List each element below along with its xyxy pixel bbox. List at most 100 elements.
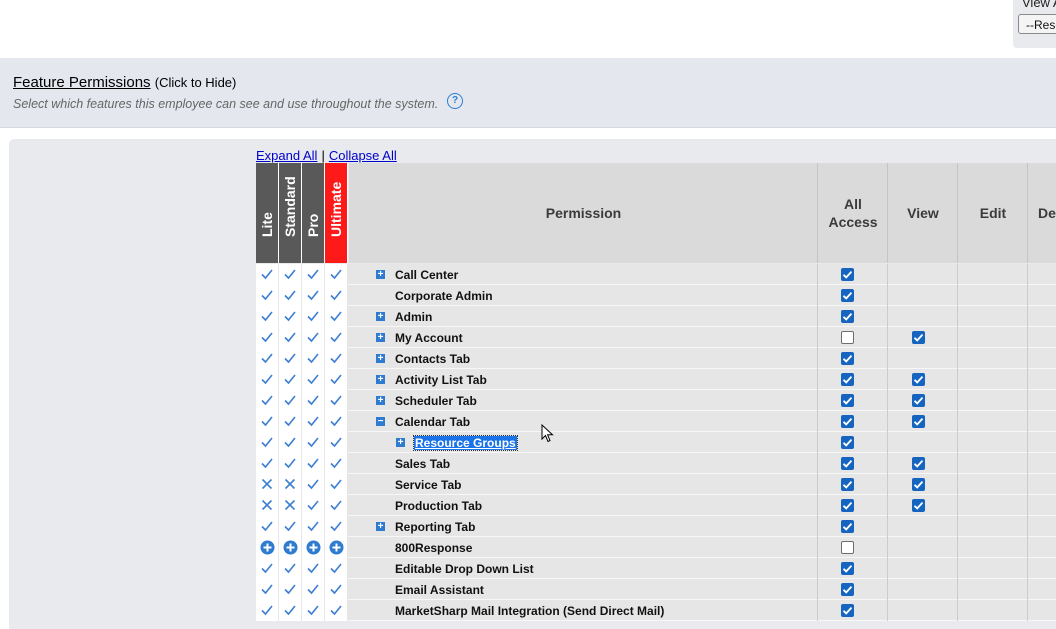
x-icon	[256, 477, 278, 491]
all-access-checkbox[interactable]	[841, 583, 854, 596]
tier-cell-ultimate[interactable]	[325, 537, 348, 558]
column-divider	[1027, 390, 1028, 411]
expand-all-link[interactable]: Expand All	[256, 148, 317, 163]
expand-plus-icon[interactable]: +	[376, 312, 385, 322]
collapse-all-link[interactable]: Collapse All	[329, 148, 397, 163]
tier-cell-ultimate	[325, 516, 348, 537]
permission-label[interactable]: Contacts Tab	[395, 352, 470, 366]
feature-permissions-title[interactable]: Feature Permissions	[13, 74, 151, 91]
column-divider	[887, 579, 888, 600]
view-checkbox[interactable]	[912, 478, 925, 491]
table-row: Email Assistant	[256, 579, 1056, 600]
check-icon	[256, 372, 278, 386]
column-divider	[817, 369, 818, 390]
tier-cell-lite	[256, 474, 279, 495]
section-subtitle: Select which features this employee can …	[13, 97, 439, 111]
all-access-checkbox[interactable]	[841, 415, 854, 428]
tier-cell-lite	[256, 369, 279, 390]
section-title[interactable]: Feature Permissions (Click to Hide)	[13, 74, 236, 91]
all-access-checkbox[interactable]	[841, 457, 854, 470]
plus-circle-icon[interactable]	[302, 540, 324, 555]
column-divider	[887, 390, 888, 411]
column-divider	[957, 495, 958, 516]
all-access-checkbox[interactable]	[841, 562, 854, 575]
view-checkbox[interactable]	[912, 331, 925, 344]
all-access-checkbox[interactable]	[841, 352, 854, 365]
column-divider	[887, 306, 888, 327]
tier-cell-lite[interactable]	[256, 537, 279, 558]
tier-header-pro: Pro	[302, 163, 325, 263]
view-checkbox[interactable]	[912, 394, 925, 407]
collapse-minus-icon[interactable]: −	[376, 417, 385, 427]
tier-cell-lite	[256, 516, 279, 537]
plus-circle-icon[interactable]	[325, 540, 347, 555]
column-divider	[1027, 369, 1028, 390]
permission-label[interactable]: Calendar Tab	[395, 415, 470, 429]
permission-label[interactable]: Scheduler Tab	[395, 394, 477, 408]
tier-cell-standard	[279, 327, 302, 348]
x-icon	[279, 477, 301, 491]
all-access-checkbox[interactable]	[841, 499, 854, 512]
permission-label[interactable]: My Account	[395, 331, 463, 345]
expand-plus-icon[interactable]: +	[376, 396, 385, 406]
view-as-label: View A	[1022, 0, 1056, 10]
tier-cell-lite	[256, 348, 279, 369]
view-as-select[interactable]: --Reso	[1018, 14, 1056, 34]
column-divider	[887, 432, 888, 453]
view-checkbox[interactable]	[912, 457, 925, 470]
column-divider	[1027, 558, 1028, 579]
permission-label[interactable]: Call Center	[395, 268, 458, 282]
permission-label[interactable]: Reporting Tab	[395, 520, 475, 534]
plus-circle-icon[interactable]	[256, 540, 278, 555]
all-access-checkbox[interactable]	[841, 289, 854, 302]
all-access-checkbox[interactable]	[841, 331, 854, 344]
feature-permissions-header[interactable]: Feature Permissions (Click to Hide) Sele…	[0, 58, 1056, 128]
column-header-all-access: All Access	[817, 163, 888, 263]
hide-hint[interactable]: (Click to Hide)	[155, 75, 237, 90]
permission-label[interactable]: Resource Groups	[413, 435, 518, 451]
view-checkbox[interactable]	[912, 373, 925, 386]
tier-cell-standard	[279, 369, 302, 390]
all-access-checkbox[interactable]	[841, 373, 854, 386]
check-icon	[279, 582, 301, 596]
all-access-checkbox[interactable]	[841, 541, 854, 554]
tier-cell-standard	[279, 264, 302, 285]
check-icon	[302, 372, 324, 386]
plus-circle-icon[interactable]	[279, 540, 301, 555]
all-access-checkbox[interactable]	[841, 394, 854, 407]
column-divider	[817, 474, 818, 495]
table-row: Service Tab	[256, 474, 1056, 495]
all-access-checkbox[interactable]	[841, 268, 854, 281]
column-divider	[957, 453, 958, 474]
all-access-checkbox[interactable]	[841, 520, 854, 533]
expand-plus-icon[interactable]: +	[396, 438, 405, 448]
question-circle-icon[interactable]: ?	[447, 93, 463, 109]
column-divider	[887, 453, 888, 474]
view-checkbox[interactable]	[912, 499, 925, 512]
expand-plus-icon[interactable]: +	[376, 270, 385, 280]
column-divider	[1027, 285, 1028, 306]
check-icon	[302, 435, 324, 449]
expand-plus-icon[interactable]: +	[376, 375, 385, 385]
all-access-checkbox[interactable]	[841, 436, 854, 449]
expand-plus-icon[interactable]: +	[376, 354, 385, 364]
view-checkbox[interactable]	[912, 415, 925, 428]
permission-label[interactable]: Admin	[395, 310, 432, 324]
table-row: + Activity List Tab	[256, 369, 1056, 390]
tier-cell-lite	[256, 285, 279, 306]
check-icon	[325, 309, 347, 323]
tier-cell-pro[interactable]	[302, 537, 325, 558]
all-access-checkbox[interactable]	[841, 604, 854, 617]
all-access-checkbox[interactable]	[841, 310, 854, 323]
check-icon	[325, 519, 347, 533]
check-icon	[279, 351, 301, 365]
permission-label: MarketSharp Mail Integration (Send Direc…	[395, 604, 665, 618]
expand-plus-icon[interactable]: +	[376, 522, 385, 532]
expand-plus-icon[interactable]: +	[376, 333, 385, 343]
x-icon	[256, 498, 278, 512]
table-row: − Calendar Tab	[256, 411, 1056, 432]
permission-label[interactable]: Activity List Tab	[395, 373, 487, 387]
tier-cell-standard[interactable]	[279, 537, 302, 558]
tier-header-lite: Lite	[256, 163, 279, 263]
all-access-checkbox[interactable]	[841, 478, 854, 491]
